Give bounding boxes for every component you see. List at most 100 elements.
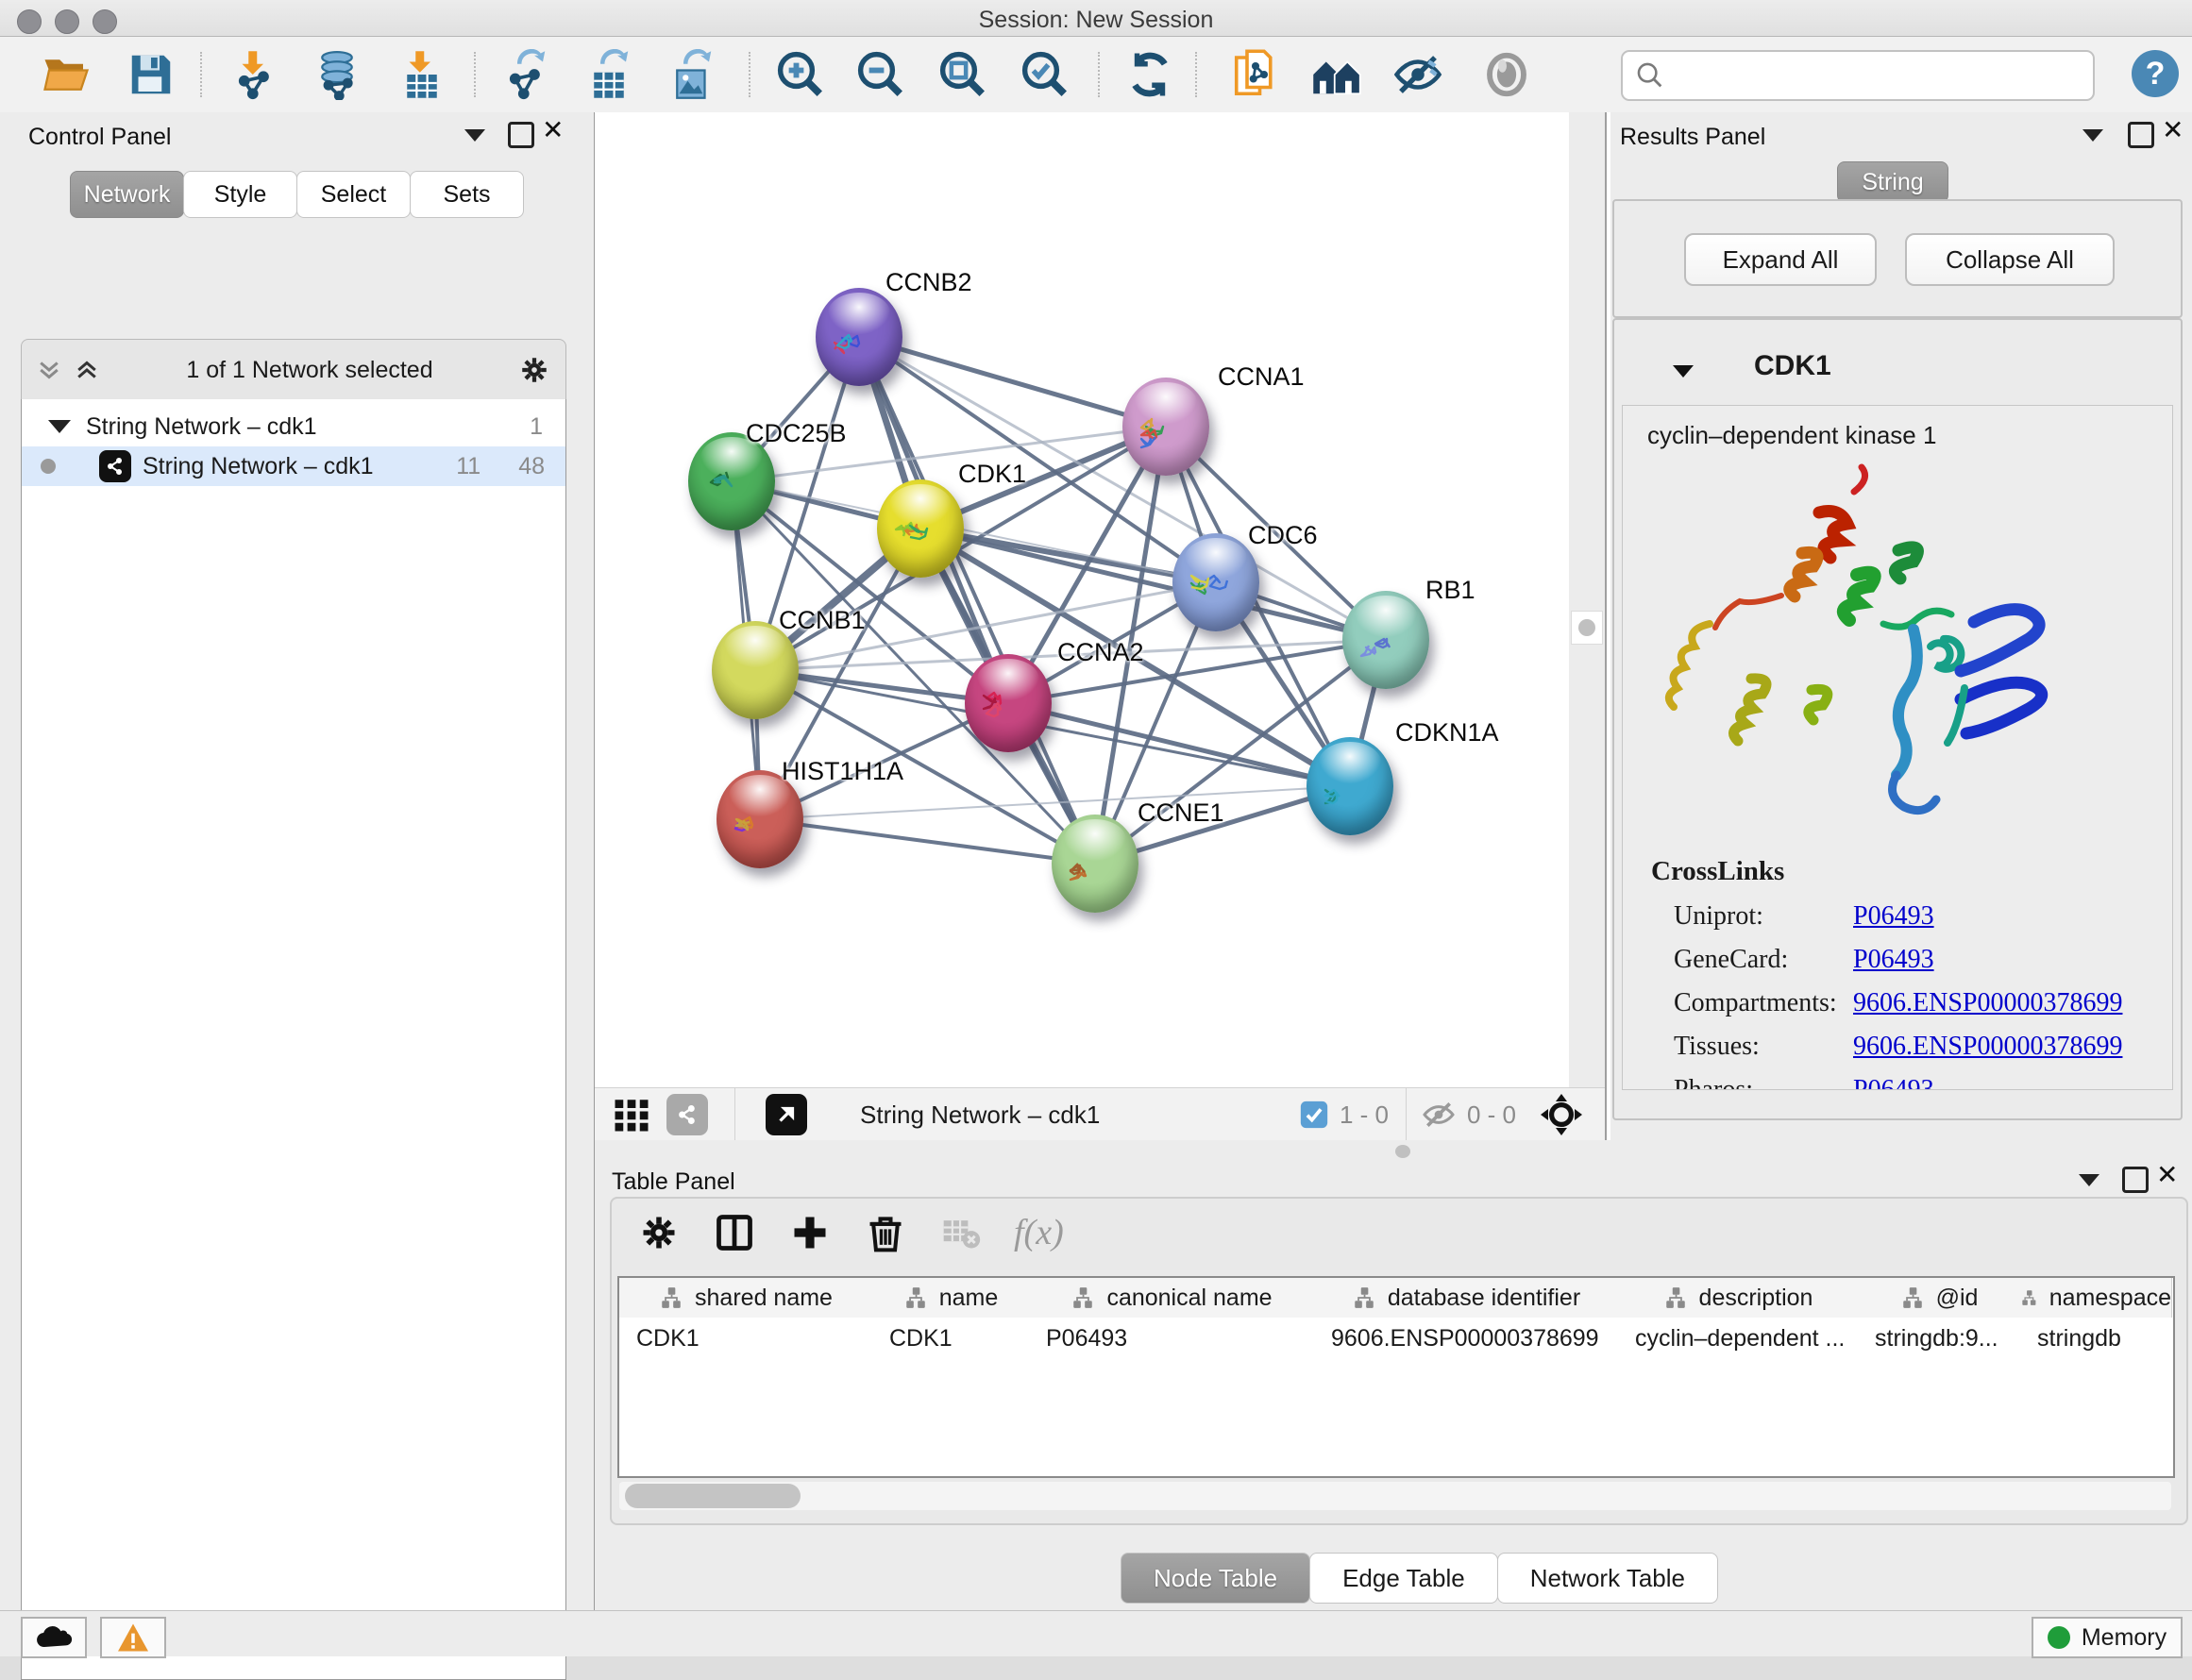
network-node-CDKN1A[interactable]: [1307, 737, 1393, 835]
results-panel-maximize-icon[interactable]: [2128, 122, 2154, 148]
table-cell[interactable]: stringdb:9...: [1858, 1319, 2020, 1357]
tab-node-table[interactable]: Node Table: [1121, 1553, 1310, 1604]
table-splitter-handle[interactable]: [1395, 1145, 1410, 1158]
zoom-selected-icon[interactable]: [1019, 48, 1071, 101]
expand-all-button[interactable]: Expand All: [1684, 233, 1877, 286]
export-table-icon[interactable]: [582, 48, 635, 101]
hidden-eye-icon[interactable]: [1420, 1096, 1458, 1134]
network-node-CCNA1[interactable]: [1122, 378, 1209, 476]
network-view-toolbar: String Network – cdk1 1 - 0 0 - 0: [595, 1087, 1605, 1141]
warnings-button[interactable]: [100, 1617, 166, 1658]
control-panel-float-icon[interactable]: [464, 129, 485, 142]
network-node-CCNB2[interactable]: [816, 288, 902, 386]
import-network-file-icon[interactable]: [228, 48, 281, 101]
table-panel-close-icon[interactable]: ✕: [2156, 1165, 2178, 1185]
first-neighbors-icon[interactable]: [1229, 48, 1282, 101]
network-node-CCNA2[interactable]: [965, 654, 1052, 752]
column-header-shared-name[interactable]: shared name: [619, 1278, 873, 1318]
tab-select[interactable]: Select: [296, 171, 411, 218]
table-panel-maximize-icon[interactable]: [2122, 1167, 2149, 1193]
tab-style[interactable]: Style: [183, 171, 297, 218]
network-node-CCNE1[interactable]: [1052, 815, 1138, 913]
table-hscrollbar[interactable]: [619, 1482, 2171, 1510]
refresh-network-icon[interactable]: [1123, 48, 1176, 101]
grid-view-icon[interactable]: [610, 1095, 653, 1134]
toolbar-separator: [1195, 52, 1197, 97]
selected-checkbox-icon[interactable]: [1298, 1099, 1330, 1131]
column-header-description[interactable]: description: [1618, 1278, 1859, 1318]
add-column-icon[interactable]: [789, 1212, 831, 1253]
crosslink-value-link[interactable]: 9606.ENSP00000378699: [1853, 1032, 2122, 1062]
open-session-icon[interactable]: [40, 48, 93, 101]
network-edge-HIST1H1A-CCNE1[interactable]: [760, 819, 1095, 864]
column-header-namespace[interactable]: namespace: [2020, 1278, 2172, 1318]
detach-view-icon[interactable]: [766, 1094, 807, 1135]
help-button[interactable]: ?: [2132, 50, 2179, 97]
crosslink-value-link[interactable]: 9606.ENSP00000378699: [1853, 988, 2122, 1018]
network-edge-CCNA2-CDKN1A[interactable]: [1008, 703, 1350, 786]
zoom-out-icon[interactable]: [854, 48, 907, 101]
crosslink-row: Pharos:P06493: [1674, 1068, 2172, 1090]
expand-all-icon[interactable]: [73, 356, 101, 384]
export-network-icon[interactable]: [499, 48, 552, 101]
network-collection-label: String Network – cdk1: [86, 413, 530, 441]
tab-edge-table[interactable]: Edge Table: [1309, 1553, 1498, 1604]
zoom-fit-icon[interactable]: [936, 48, 989, 101]
tab-string[interactable]: String: [1837, 161, 1948, 203]
table-cell[interactable]: P06493: [1029, 1319, 1314, 1357]
gene-collapse-triangle-icon[interactable]: [1673, 365, 1694, 378]
show-columns-icon[interactable]: [714, 1212, 755, 1253]
table-panel-float-icon[interactable]: [2079, 1174, 2099, 1186]
node-attribute-table[interactable]: shared namename canonical name database id…: [617, 1276, 2175, 1478]
fit-crosshair-icon[interactable]: [1539, 1092, 1584, 1137]
zoom-in-icon[interactable]: [774, 48, 827, 101]
cloud-status-button[interactable]: [21, 1617, 87, 1658]
network-node-CDC6[interactable]: [1172, 533, 1259, 631]
tree-expand-triangle-icon[interactable]: [48, 420, 71, 433]
import-table-file-icon[interactable]: [396, 48, 448, 101]
hide-selected-icon[interactable]: [1391, 48, 1444, 101]
export-image-icon[interactable]: [666, 48, 718, 101]
results-panel-float-icon[interactable]: [2082, 129, 2103, 142]
network-row-selected[interactable]: String Network – cdk1 11 48: [22, 446, 565, 486]
table-options-gear-icon[interactable]: [638, 1212, 680, 1253]
table-cell[interactable]: stringdb: [2020, 1319, 2171, 1357]
birdseye-view-icon[interactable]: [666, 1094, 708, 1135]
crosslink-value-link[interactable]: P06493: [1853, 1075, 1934, 1090]
table-cell[interactable]: 9606.ENSP00000378699: [1314, 1319, 1618, 1357]
table-hscrollbar-thumb[interactable]: [625, 1484, 801, 1508]
show-graphics-details-icon[interactable]: [1310, 48, 1363, 101]
crosslink-row: Compartments:9606.ENSP00000378699: [1674, 982, 2172, 1025]
results-splitter-handle[interactable]: [1571, 611, 1603, 645]
memory-button[interactable]: Memory: [2032, 1617, 2183, 1658]
delete-column-icon[interactable]: [865, 1212, 906, 1253]
table-cell[interactable]: cyclin–dependent ...: [1618, 1319, 1858, 1357]
table-cell[interactable]: CDK1: [872, 1319, 1029, 1357]
tab-sets[interactable]: Sets: [410, 171, 524, 218]
column-header-canonical-name[interactable]: canonical name: [1029, 1278, 1315, 1318]
collapse-all-icon[interactable]: [35, 356, 63, 384]
table-cell[interactable]: CDK1: [619, 1319, 872, 1357]
crosslink-value-link[interactable]: P06493: [1853, 901, 1934, 932]
column-header-database-identifier[interactable]: database identifier: [1314, 1278, 1619, 1318]
column-header--id[interactable]: @id: [1858, 1278, 2021, 1318]
collapse-all-button[interactable]: Collapse All: [1905, 233, 2115, 286]
network-collection-row[interactable]: String Network – cdk1 1: [22, 407, 565, 446]
search-input[interactable]: [1674, 61, 2093, 90]
results-panel-close-icon[interactable]: ✕: [2162, 120, 2184, 141]
tab-network-table[interactable]: Network Table: [1497, 1553, 1718, 1604]
network-node-RB1[interactable]: [1342, 591, 1429, 689]
crosslink-value-link[interactable]: P06493: [1853, 945, 1934, 975]
toolbar-search[interactable]: [1621, 50, 2095, 101]
network-node-CCNB1[interactable]: [712, 621, 799, 719]
column-header-label: canonical name: [1106, 1285, 1272, 1312]
import-network-database-icon[interactable]: [311, 48, 363, 101]
network-node-CDK1[interactable]: [877, 479, 964, 578]
column-header-name[interactable]: name: [872, 1278, 1030, 1318]
network-options-gear-icon[interactable]: [518, 354, 550, 386]
save-session-icon[interactable]: [125, 48, 177, 101]
control-panel-maximize-icon[interactable]: [508, 122, 534, 148]
tab-network[interactable]: Network: [70, 171, 184, 218]
network-edge-CCNB2-CCNA1[interactable]: [859, 337, 1166, 427]
control-panel-close-icon[interactable]: ✕: [542, 120, 564, 141]
